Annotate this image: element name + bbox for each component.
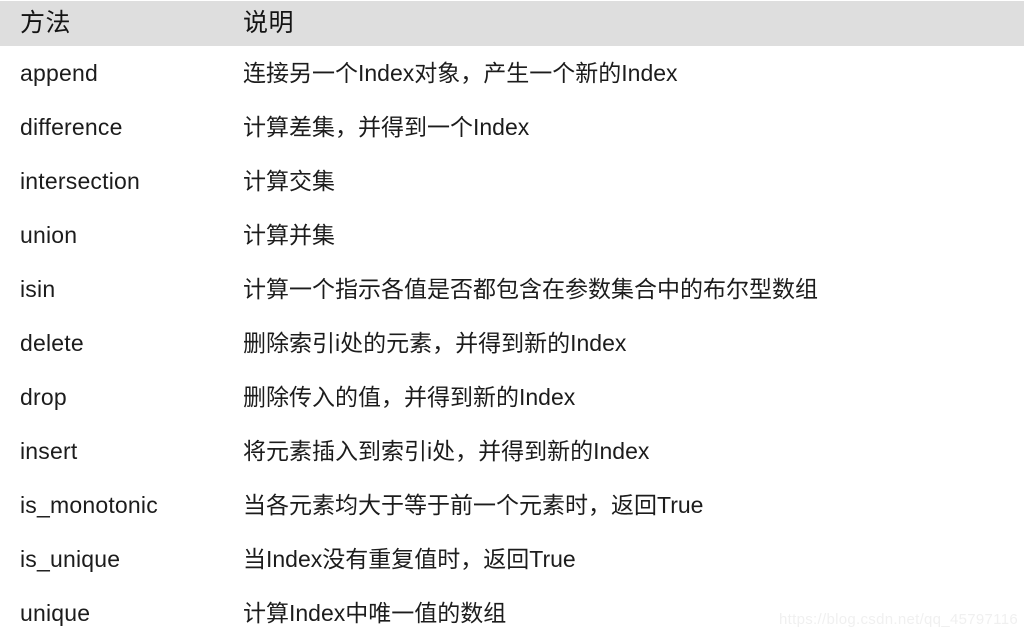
cell-method: is_monotonic xyxy=(20,492,158,518)
cell-description: 计算一个指示各值是否都包含在参数集合中的布尔型数组 xyxy=(243,276,818,302)
watermark: https://blog.csdn.net/qq_45797116 xyxy=(779,611,1018,628)
table-row: union 计算并集 xyxy=(0,208,1024,262)
table-header-row: 方法 说明 xyxy=(0,1,1024,46)
table-row: is_monotonic 当各元素均大于等于前一个元素时，返回True xyxy=(0,478,1024,532)
table-row: isin 计算一个指示各值是否都包含在参数集合中的布尔型数组 xyxy=(0,262,1024,316)
table-row: drop 删除传入的值，并得到新的Index xyxy=(0,370,1024,424)
cell-description: 删除索引i处的元素，并得到新的Index xyxy=(243,330,627,356)
cell-method: intersection xyxy=(20,168,141,194)
table-row: intersection 计算交集 xyxy=(0,154,1024,208)
table-row: insert 将元素插入到索引i处，并得到新的Index xyxy=(0,424,1024,478)
table-body: append 连接另一个Index对象，产生一个新的Index differen… xyxy=(0,46,1024,640)
cell-method: unique xyxy=(20,600,91,626)
cell-description: 连接另一个Index对象，产生一个新的Index xyxy=(243,60,678,86)
cell-description: 计算交集 xyxy=(243,168,335,194)
cell-description: 当Index没有重复值时，返回True xyxy=(243,546,576,572)
cell-method: insert xyxy=(20,438,78,464)
cell-method: is_unique xyxy=(20,546,121,572)
cell-method: append xyxy=(20,60,98,86)
cell-method: union xyxy=(20,222,78,248)
table-row: is_unique 当Index没有重复值时，返回True xyxy=(0,532,1024,586)
methods-table: 方法 说明 append 连接另一个Index对象，产生一个新的Index di… xyxy=(0,0,1024,636)
cell-description: 计算Index中唯一值的数组 xyxy=(243,600,507,626)
column-header-description: 说明 xyxy=(243,9,295,37)
table-row: delete 删除索引i处的元素，并得到新的Index xyxy=(0,316,1024,370)
cell-description: 计算并集 xyxy=(243,222,335,248)
cell-description: 当各元素均大于等于前一个元素时，返回True xyxy=(243,492,704,518)
table-row: append 连接另一个Index对象，产生一个新的Index xyxy=(0,46,1024,100)
cell-method: difference xyxy=(20,114,123,140)
cell-method: isin xyxy=(20,276,56,302)
cell-description: 删除传入的值，并得到新的Index xyxy=(243,384,576,410)
column-header-method: 方法 xyxy=(20,9,72,37)
cell-description: 计算差集，并得到一个Index xyxy=(243,114,530,140)
table-row: difference 计算差集，并得到一个Index xyxy=(0,100,1024,154)
cell-method: drop xyxy=(20,384,67,410)
cell-method: delete xyxy=(20,330,84,356)
cell-description: 将元素插入到索引i处，并得到新的Index xyxy=(243,438,650,464)
